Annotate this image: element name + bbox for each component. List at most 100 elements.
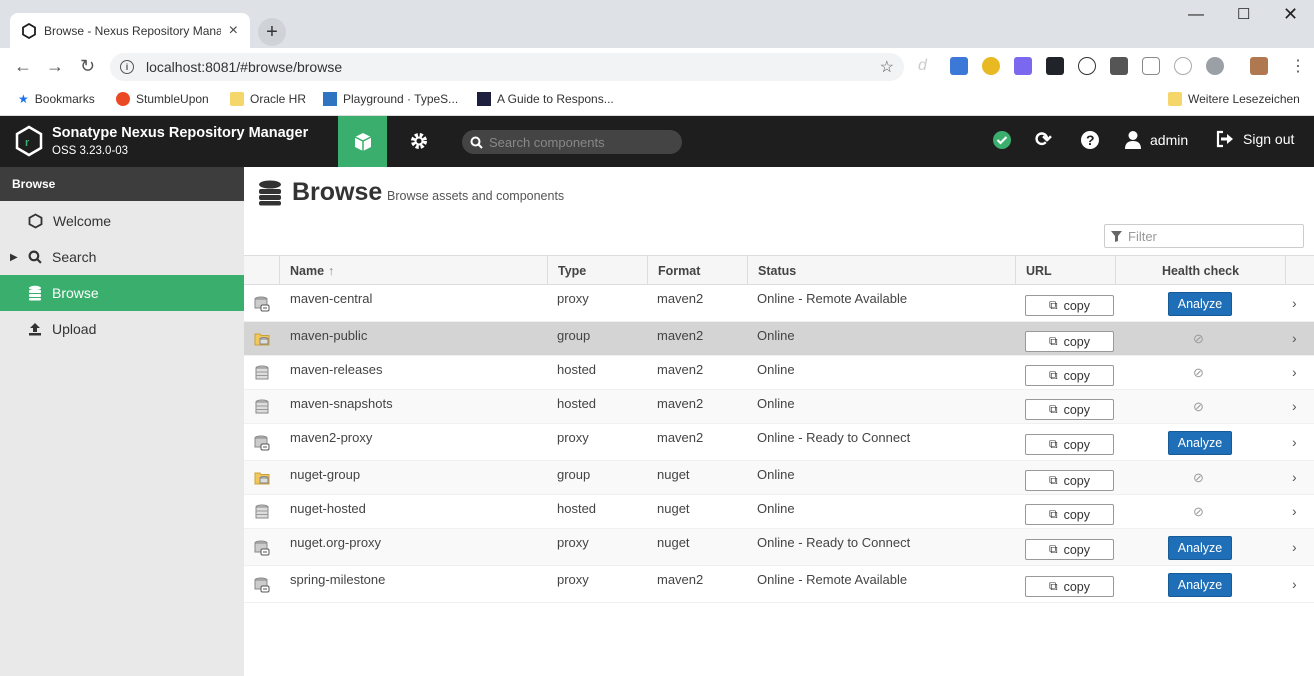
repo-type: proxy	[557, 291, 589, 306]
extension-hex-icon[interactable]	[1142, 57, 1160, 75]
table-row[interactable]: maven-snapshots hosted maven2 Online ⧉ co…	[244, 390, 1314, 424]
new-tab-button[interactable]: +	[258, 18, 286, 46]
table-row[interactable]: nuget-group group nuget Online ⧉ copy ⊘ ›	[244, 461, 1314, 495]
analyze-button[interactable]: Analyze	[1168, 292, 1232, 316]
extension-crx-icon[interactable]	[1110, 57, 1128, 75]
minimize-button[interactable]: —	[1188, 6, 1204, 24]
column-format[interactable]: Format	[647, 256, 747, 285]
chevron-right-icon[interactable]: ›	[1292, 330, 1297, 346]
copy-url-button[interactable]: ⧉ copy	[1025, 399, 1114, 420]
analyze-button[interactable]: Analyze	[1168, 431, 1232, 455]
analyze-button[interactable]: Analyze	[1168, 573, 1232, 597]
repo-format: maven2	[657, 291, 704, 306]
extension-d-icon[interactable]: d	[918, 57, 936, 75]
repo-format: maven2	[657, 430, 704, 445]
app-header: r Sonatype Nexus Repository Manager OSS …	[0, 116, 1314, 167]
filter-input[interactable]	[1128, 228, 1288, 244]
copy-url-button[interactable]: ⧉ copy	[1025, 331, 1114, 352]
copy-icon: ⧉	[1049, 334, 1058, 348]
folder-icon	[230, 92, 244, 106]
tab-close-icon[interactable]: ×	[229, 22, 238, 40]
extension-react-icon[interactable]	[1046, 57, 1064, 75]
column-name[interactable]: Name ↑	[279, 256, 547, 285]
help-icon[interactable]: ?	[1080, 130, 1100, 150]
forward-button[interactable]: →	[46, 56, 64, 77]
bookmark-oracle-hr[interactable]: Oracle HR	[230, 92, 306, 106]
extension-purple-icon[interactable]	[1014, 57, 1032, 75]
copy-url-button[interactable]: ⧉ copy	[1025, 470, 1114, 491]
extension-badge-icon[interactable]	[982, 57, 1000, 75]
browser-menu-icon[interactable]: ⋮	[1290, 56, 1306, 76]
copy-url-button[interactable]: ⧉ copy	[1025, 504, 1114, 525]
repo-group-icon	[254, 331, 270, 347]
bookmark-playground[interactable]: Playground · TypeS...	[323, 92, 458, 106]
copy-icon: ⧉	[1049, 473, 1058, 487]
column-status[interactable]: Status	[747, 256, 1015, 285]
nexus-favicon-icon	[22, 22, 36, 39]
sign-out-button[interactable]: Sign out	[1215, 130, 1294, 148]
column-health-check[interactable]: Health check	[1115, 256, 1285, 285]
table-row[interactable]: maven-public group maven2 Online ⧉ copy ⊘…	[244, 322, 1314, 356]
filter-box[interactable]	[1104, 224, 1304, 248]
chevron-right-icon[interactable]: ›	[1292, 434, 1297, 450]
copy-url-button[interactable]: ⧉ copy	[1025, 365, 1114, 386]
browse-mode-button[interactable]	[338, 116, 387, 167]
extension-smile-icon[interactable]	[1174, 57, 1192, 75]
profile-avatar[interactable]	[1250, 57, 1268, 75]
sidebar-item-welcome[interactable]: Welcome	[0, 203, 244, 239]
user-menu[interactable]: admin	[1124, 130, 1188, 150]
table-row[interactable]: nuget.org-proxy proxy nuget Online - Rea…	[244, 529, 1314, 566]
maximize-button[interactable]: ☐	[1237, 5, 1250, 23]
bookmark-star-icon[interactable]: ☆	[880, 57, 894, 77]
extension-circle-icon[interactable]	[1078, 57, 1096, 75]
copy-url-button[interactable]: ⧉ copy	[1025, 576, 1114, 597]
table-row[interactable]: maven-central proxy maven2 Online - Remo…	[244, 285, 1314, 322]
analyze-button[interactable]: Analyze	[1168, 536, 1232, 560]
table-row[interactable]: spring-milestone proxy maven2 Online - R…	[244, 566, 1314, 603]
table-row[interactable]: maven2-proxy proxy maven2 Online - Ready…	[244, 424, 1314, 461]
copy-url-button[interactable]: ⧉ copy	[1025, 434, 1114, 455]
repo-name: spring-milestone	[290, 572, 386, 587]
chevron-right-icon[interactable]: ›	[1292, 364, 1297, 380]
table-row[interactable]: maven-releases hosted maven2 Online ⧉ cop…	[244, 356, 1314, 390]
extension-calendar-icon[interactable]	[950, 57, 968, 75]
sidebar-item-upload[interactable]: Upload	[0, 311, 244, 347]
repo-format: maven2	[657, 362, 704, 377]
copy-url-button[interactable]: ⧉ copy	[1025, 539, 1114, 560]
admin-mode-button[interactable]	[408, 130, 430, 155]
bookmark-stumbleupon[interactable]: StumbleUpon	[116, 92, 209, 106]
copy-url-button[interactable]: ⧉ copy	[1025, 295, 1114, 316]
expand-triangle-icon[interactable]: ▶	[10, 252, 18, 263]
repo-name: nuget.org-proxy	[290, 535, 382, 550]
chevron-right-icon[interactable]: ›	[1292, 503, 1297, 519]
refresh-icon[interactable]: ⟳	[1035, 127, 1052, 152]
bookmark-bookmarks[interactable]: ★ Bookmarks	[18, 92, 95, 106]
column-url[interactable]: URL	[1015, 256, 1115, 285]
sort-ascending-icon: ↑	[328, 263, 335, 278]
browser-tab[interactable]: Browse - Nexus Repository Mana ×	[10, 13, 250, 48]
component-search[interactable]	[462, 130, 682, 154]
chevron-right-icon[interactable]: ›	[1292, 295, 1297, 311]
sidebar-item-search[interactable]: ▶ Search	[0, 239, 244, 275]
reload-button[interactable]: ↻	[80, 56, 95, 77]
search-components-input[interactable]	[489, 134, 669, 150]
bookmark-other[interactable]: Weitere Lesezeichen	[1168, 92, 1300, 106]
close-window-button[interactable]: ✕	[1283, 4, 1298, 25]
column-type[interactable]: Type	[547, 256, 647, 285]
stumbleupon-icon	[116, 92, 130, 106]
bookmark-guide[interactable]: A Guide to Respons...	[477, 92, 614, 106]
status-check-icon[interactable]	[992, 130, 1012, 150]
extension-help-icon[interactable]	[1206, 57, 1224, 75]
page-title: Browse	[292, 178, 383, 206]
chevron-right-icon[interactable]: ›	[1292, 576, 1297, 592]
repo-name: maven-releases	[290, 362, 383, 377]
table-row[interactable]: nuget-hosted hosted nuget Online ⧉ copy ⊘…	[244, 495, 1314, 529]
chevron-right-icon[interactable]: ›	[1292, 469, 1297, 485]
chevron-right-icon[interactable]: ›	[1292, 398, 1297, 414]
chevron-right-icon[interactable]: ›	[1292, 539, 1297, 555]
sidebar-item-browse[interactable]: Browse	[0, 275, 244, 311]
back-button[interactable]: ←	[14, 56, 32, 77]
site-info-icon[interactable]: i	[120, 60, 134, 74]
address-bar[interactable]: i localhost:8081/#browse/browse ☆	[110, 53, 904, 81]
repo-status: Online	[757, 362, 795, 377]
